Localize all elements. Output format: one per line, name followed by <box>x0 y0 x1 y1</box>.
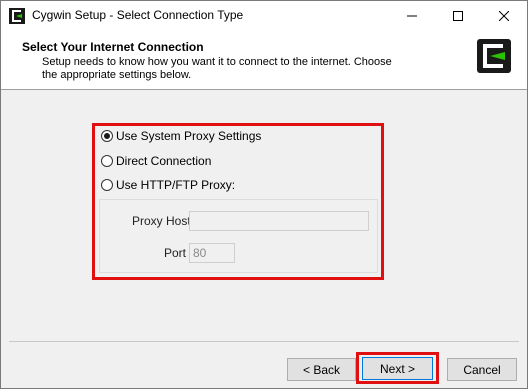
wizard-header: Select Your Internet Connection Setup ne… <box>1 31 527 90</box>
close-button[interactable] <box>481 1 527 31</box>
options-highlight-box <box>92 123 384 280</box>
page-title: Select Your Internet Connection <box>22 40 204 54</box>
cancel-button[interactable]: Cancel <box>447 358 517 381</box>
maximize-icon <box>453 11 463 21</box>
title-bar[interactable]: Cygwin Setup - Select Connection Type <box>1 1 527 31</box>
next-highlight-box <box>356 352 439 384</box>
close-icon <box>499 11 509 21</box>
cygwin-app-icon <box>9 8 25 24</box>
minimize-button[interactable] <box>389 1 435 31</box>
footer-separator <box>9 341 519 342</box>
setup-window: Cygwin Setup - Select Connection Type Se… <box>0 0 528 389</box>
minimize-icon <box>407 15 417 17</box>
page-description: Setup needs to know how you want it to c… <box>42 56 392 81</box>
window-title: Cygwin Setup - Select Connection Type <box>32 8 244 22</box>
back-button[interactable]: < Back <box>287 358 356 381</box>
cygwin-logo-icon <box>477 39 511 73</box>
maximize-button[interactable] <box>435 1 481 31</box>
